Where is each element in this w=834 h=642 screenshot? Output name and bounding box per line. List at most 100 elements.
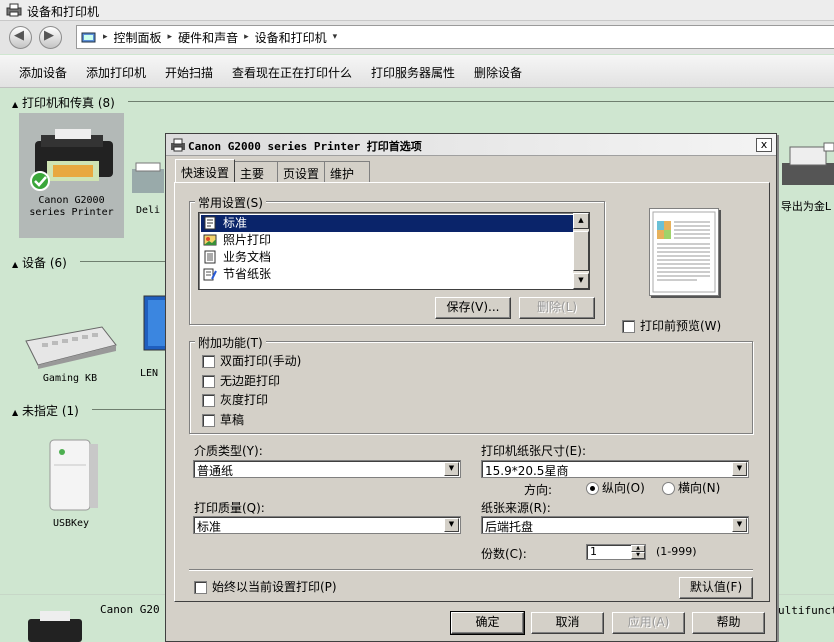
document-preview-icon <box>652 211 716 293</box>
section-count: (6) <box>49 256 67 270</box>
select-value: 后端托盘 <box>485 520 534 534</box>
list-item-paper-saving[interactable]: 节省纸张 <box>201 266 574 283</box>
panel-divider <box>189 569 753 571</box>
add-printer-button[interactable]: 添加打印机 <box>86 64 146 81</box>
section-header-printers[interactable]: ▲ 打印机和传真 (8) <box>12 94 115 111</box>
section-header-devices[interactable]: ▲ 设备 (6) <box>12 254 67 271</box>
select-value: 标准 <box>197 520 222 534</box>
chevron-down-icon[interactable]: ▼ <box>732 518 747 532</box>
breadcrumb-chevron-down-icon[interactable]: ▾ <box>333 29 338 46</box>
duplex-checkbox[interactable]: 双面打印(手动) <box>202 354 301 368</box>
tab-page-setup[interactable]: 页设置 <box>277 161 326 182</box>
dialog-title-bar[interactable]: Canon G2000 series Printer 打印首选项 x <box>166 134 776 156</box>
collapse-arrow-icon: ▲ <box>12 100 19 109</box>
back-button[interactable]: ◀ <box>9 26 32 49</box>
borderless-checkbox[interactable]: 无边距打印 <box>202 374 280 388</box>
remove-device-button[interactable]: 删除设备 <box>474 64 522 81</box>
standard-document-icon <box>204 216 216 230</box>
tab-maintenance[interactable]: 维护 <box>324 161 371 182</box>
list-scrollbar[interactable]: ▲ ▼ <box>573 213 589 289</box>
select-value: 15.9*20.5星商 <box>485 464 569 478</box>
paper-source-select[interactable]: 后端托盘 ▼ <box>481 516 749 534</box>
breadcrumb-devices-printers[interactable]: 设备和打印机 <box>255 29 327 46</box>
device-usbkey[interactable]: USBKey <box>42 434 100 530</box>
list-item-standard[interactable]: 标准 <box>201 215 574 232</box>
window-title-bar: 设备和打印机 <box>0 0 834 21</box>
chevron-down-icon[interactable]: ▼ <box>444 462 459 476</box>
defaults-button[interactable]: 默认值(F) <box>679 577 753 599</box>
list-item-business[interactable]: 业务文档 <box>201 249 574 266</box>
breadcrumb-chevron-icon[interactable]: ▸ <box>168 29 173 46</box>
draft-checkbox[interactable]: 草稿 <box>202 413 244 427</box>
media-type-select[interactable]: 普通纸 ▼ <box>193 460 461 478</box>
list-item-label: 照片打印 <box>223 233 272 247</box>
spinner-arrows[interactable]: ▲ ▼ <box>631 545 645 559</box>
add-device-button[interactable]: 添加设备 <box>19 64 67 81</box>
device-label: Deli <box>135 205 161 216</box>
save-button[interactable]: 保存(V)... <box>435 297 511 319</box>
section-title: 设备 <box>21 256 46 270</box>
address-box[interactable]: ▸ 控制面板 ▸ 硬件和声音 ▸ 设备和打印机 ▾ <box>76 25 834 49</box>
chevron-down-icon[interactable]: ▼ <box>732 462 747 476</box>
section-header-unspecified[interactable]: ▲ 未指定 (1) <box>12 402 79 419</box>
printer-icon <box>132 162 164 193</box>
breadcrumb-chevron-icon[interactable]: ▸ <box>103 29 108 46</box>
common-settings-list[interactable]: 标准 照片打印 业务文档 节省纸张 ▲ ▼ <box>198 212 590 290</box>
control-panel-icon <box>81 32 96 43</box>
device-label: USBKey <box>52 518 90 529</box>
breadcrumb-control-panel[interactable]: 控制面板 <box>114 29 162 46</box>
list-item-label: 业务文档 <box>223 250 272 264</box>
tab-quick-setup[interactable]: 快速设置 <box>175 159 236 182</box>
print-server-properties-button[interactable]: 打印服务器属性 <box>371 64 455 81</box>
device-canon-bottom[interactable] <box>26 609 84 642</box>
list-item-photo[interactable]: 照片打印 <box>201 232 574 249</box>
collapse-arrow-icon: ▲ <box>12 260 19 269</box>
close-button[interactable]: x <box>756 138 772 152</box>
tab-main[interactable]: 主要 <box>234 161 279 182</box>
scroll-thumb[interactable] <box>573 231 589 271</box>
always-print-current-settings-checkbox[interactable]: 始终以当前设置打印(P) <box>194 580 337 594</box>
devices-printers-icon <box>6 3 22 17</box>
command-toolbar: 添加设备 添加打印机 开始扫描 查看现在正在打印什么 打印服务器属性 删除设备 <box>0 55 834 88</box>
forward-arrow-icon: ▶ <box>44 28 54 43</box>
ok-button[interactable]: 确定 <box>450 611 525 635</box>
delete-button[interactable]: 删除(L) <box>519 297 595 319</box>
paper-source-label: 纸张来源(R): <box>481 501 551 515</box>
section-title: 打印机和传真 <box>21 96 94 110</box>
scroll-up-button[interactable]: ▲ <box>573 213 589 229</box>
landscape-radio[interactable]: 横向(N) <box>662 481 720 495</box>
chevron-down-icon[interactable]: ▼ <box>444 518 459 532</box>
scroll-down-button[interactable]: ▼ <box>573 273 589 289</box>
section-title: 未指定 <box>21 404 58 418</box>
device-gaming-keyboard[interactable]: Gaming KB <box>22 321 118 385</box>
copies-label: 份数(C): <box>481 547 527 561</box>
printer-icon <box>171 138 185 152</box>
collapse-arrow-icon: ▲ <box>12 408 19 417</box>
printing-preferences-dialog: Canon G2000 series Printer 打印首选项 x 快速设置 … <box>165 133 777 642</box>
device-monitor[interactable]: LEN <box>140 294 168 380</box>
grayscale-checkbox[interactable]: 灰度打印 <box>202 393 268 407</box>
copies-spinner[interactable]: 1 ▲ ▼ <box>586 544 646 560</box>
paper-size-select[interactable]: 15.9*20.5星商 ▼ <box>481 460 749 478</box>
portrait-radio[interactable]: 纵向(O) <box>586 481 645 495</box>
additional-features-group: 附加功能(T) 双面打印(手动) 无边距打印 灰度打印 草稿 <box>189 334 753 434</box>
apply-button[interactable]: 应用(A) <box>612 612 685 634</box>
forward-button[interactable]: ▶ <box>39 26 62 49</box>
device-export-printer[interactable]: 导出为金L <box>778 139 834 213</box>
section-count: (1) <box>61 404 79 418</box>
device-deli-printer[interactable]: Deli <box>128 161 168 217</box>
breadcrumb-hardware-sound[interactable]: 硬件和声音 <box>178 29 238 46</box>
photo-icon <box>203 234 217 246</box>
print-quality-select[interactable]: 标准 ▼ <box>193 516 461 534</box>
cancel-button[interactable]: 取消 <box>531 612 604 634</box>
device-canon-printer[interactable]: Canon G2000 series Printer <box>19 113 124 238</box>
common-settings-label: 常用设置(S) <box>195 194 266 211</box>
spin-up-icon[interactable]: ▲ <box>631 545 645 552</box>
see-whats-printing-button[interactable]: 查看现在正在打印什么 <box>232 64 352 81</box>
preview-before-print-checkbox[interactable]: 打印前预览(W) <box>622 319 721 333</box>
spin-down-icon[interactable]: ▼ <box>631 552 645 559</box>
breadcrumb-chevron-icon[interactable]: ▸ <box>244 29 249 46</box>
start-scan-button[interactable]: 开始扫描 <box>165 64 213 81</box>
back-arrow-icon: ◀ <box>14 28 24 43</box>
help-button[interactable]: 帮助 <box>692 612 765 634</box>
